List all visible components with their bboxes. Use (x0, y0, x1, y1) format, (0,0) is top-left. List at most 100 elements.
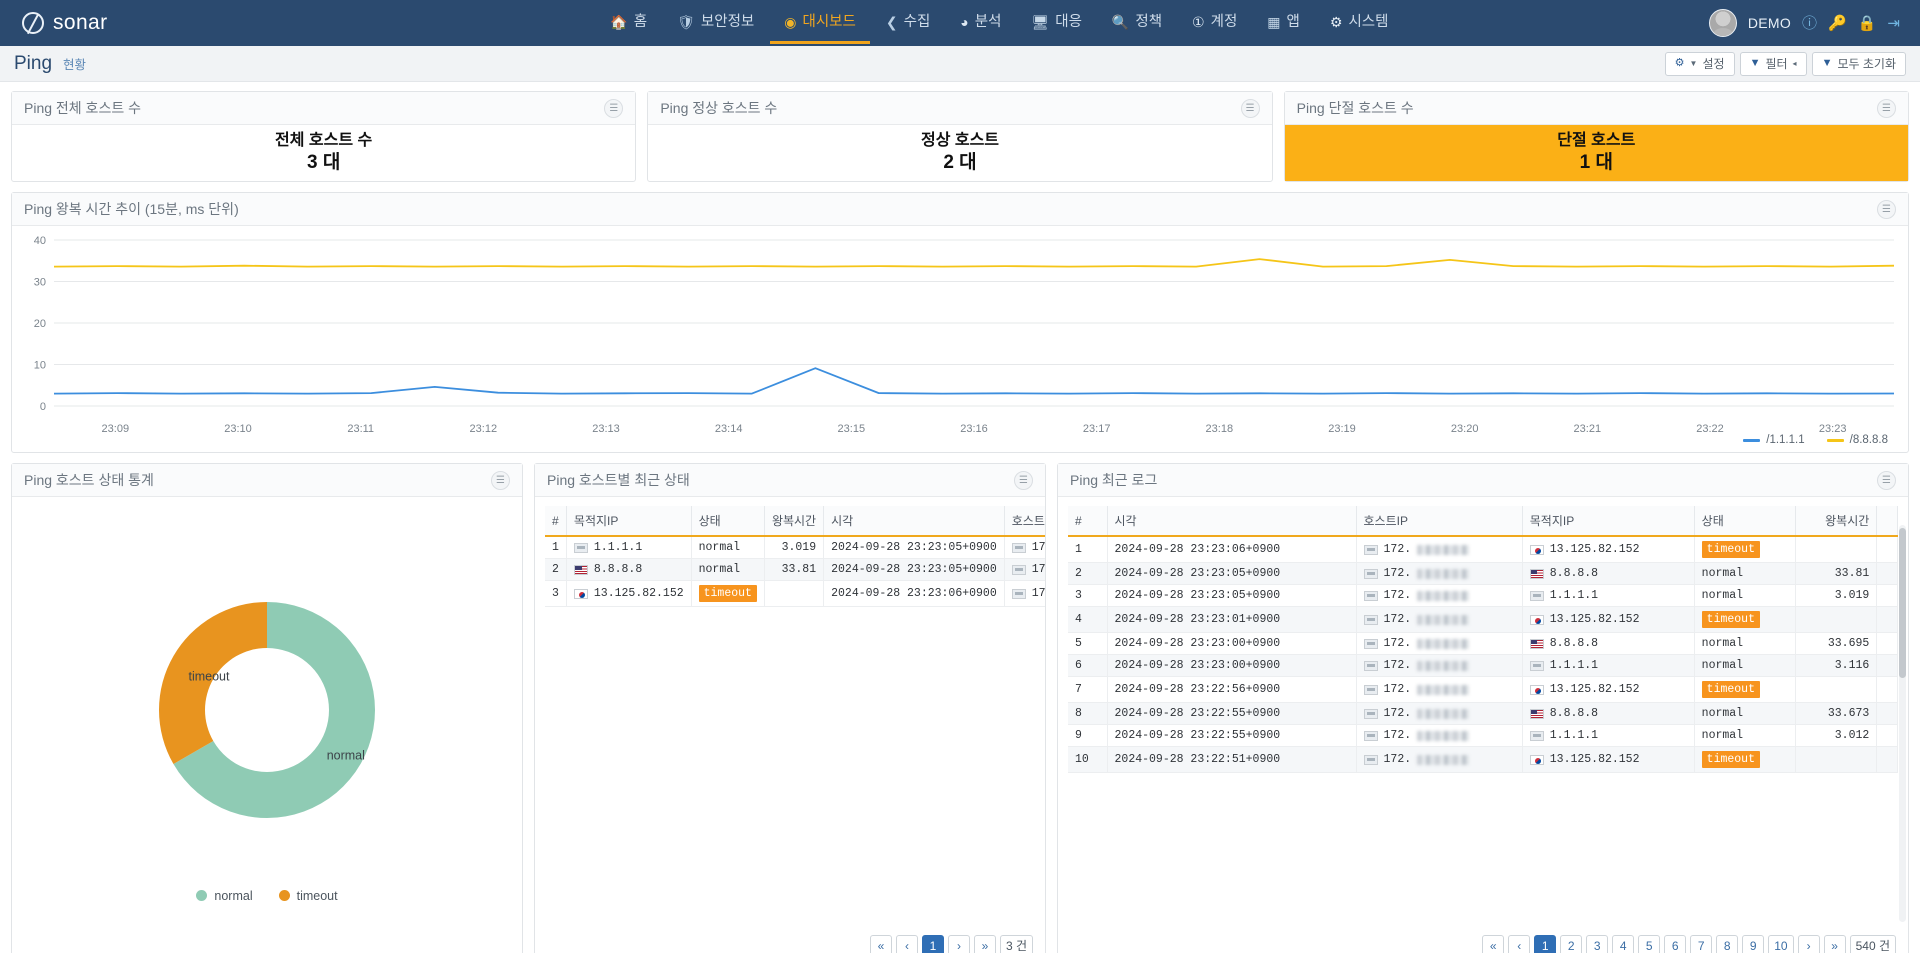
panel-menu-icon[interactable]: ☰ (604, 98, 624, 118)
key-icon[interactable]: 🔑 (1828, 16, 1847, 31)
pagination-page-2[interactable]: 2 (1560, 935, 1583, 953)
table-row[interactable]: 3 2024-09-28 23:23:05+0900 172. 1.1.1.1 norm… (1068, 584, 1898, 607)
nav-item-4[interactable]: ❮ 수집 (872, 2, 944, 45)
table-row[interactable]: 7 2024-09-28 23:22:56+0900 172. 13.125.82.1… (1068, 676, 1898, 703)
pagination-first[interactable]: « (1482, 935, 1505, 953)
table-row[interactable]: 9 2024-09-28 23:22:55+0900 172. 1.1.1.1 norm… (1068, 724, 1898, 747)
pagination-page-9[interactable]: 9 (1742, 935, 1765, 953)
nav-item-9[interactable]: ▦ 앱 (1253, 2, 1314, 45)
host-ip-text: 172. (1383, 637, 1412, 650)
column-header[interactable]: 시각 (823, 506, 1005, 537)
pagination-page-5[interactable]: 5 (1638, 935, 1661, 953)
rtt-cell: 33.81 (764, 558, 825, 581)
pagination-last[interactable]: » (973, 935, 996, 953)
host-ip-cell: 172. (1363, 683, 1515, 696)
host-ip-cell: 172. (1363, 589, 1515, 602)
donut-chart[interactable]: normal timeout normal timeout (12, 497, 522, 953)
nav-item-2[interactable]: 🛡 보안정보 (663, 2, 768, 45)
column-header[interactable]: 상태 (691, 506, 765, 537)
column-header[interactable]: 왕복시간 (764, 506, 825, 537)
panel-menu-icon[interactable]: ☰ (1240, 98, 1260, 118)
table-row[interactable]: 4 2024-09-28 23:23:01+0900 172. 13.125.82.1… (1068, 606, 1898, 633)
panel-menu-icon[interactable]: ☰ (491, 470, 510, 490)
pagination-page-10[interactable]: 10 (1768, 935, 1794, 953)
settings-button[interactable]: ⚙ ▼ 설정 (1664, 51, 1735, 76)
pagination-first[interactable]: « (869, 935, 892, 953)
scrollbar-thumb[interactable] (1899, 528, 1906, 678)
pagination-prev[interactable]: ‹ (895, 935, 918, 953)
nav-item-8[interactable]: ① 계정 (1178, 2, 1251, 45)
table-header-row: #목적지IP상태왕복시간시각호스트IP (545, 506, 1045, 537)
host-ip: 172. (1356, 676, 1523, 703)
table-row[interactable]: 2 2024-09-28 23:23:05+0900 172. 8.8.8.8 norm… (1068, 562, 1898, 585)
table-row[interactable]: 1 1.1.1.1 normal 3.019 2024-09-28 23:23:05+0… (545, 536, 1045, 559)
column-header[interactable]: 시각 (1107, 506, 1357, 537)
brand-logo[interactable]: sonar (0, 11, 330, 35)
pagination-page-6[interactable]: 6 (1664, 935, 1687, 953)
table-row[interactable]: 2 8.8.8.8 normal 33.81 2024-09-28 23:23:05+0… (545, 558, 1045, 581)
bottom-row: Ping 호스트 상태 통계 ☰ normal timeout normal tim… (11, 463, 1909, 953)
rtt-line-chart[interactable]: 0 10 20 30 40 23:09 23:10 23:11 23:12 23:13 23:14 2… (12, 226, 1908, 452)
pagination-prev[interactable]: ‹ (1508, 935, 1531, 953)
panel-menu-icon[interactable]: ☰ (1877, 470, 1896, 490)
nav-item-1[interactable]: 🏠 홈 (596, 2, 661, 45)
panel-menu-icon[interactable]: ☰ (1876, 98, 1896, 118)
pagination-page-8[interactable]: 8 (1716, 935, 1739, 953)
table-row[interactable]: 5 2024-09-28 23:23:00+0900 172. 8.8.8.8 norm… (1068, 632, 1898, 655)
table-row[interactable]: 1 2024-09-28 23:23:06+0900 172. 13.125.82.1… (1068, 536, 1898, 563)
pagination-next[interactable]: › (947, 935, 970, 953)
table-row[interactable]: 6 2024-09-28 23:23:00+0900 172. 1.1.1.1 norm… (1068, 654, 1898, 677)
column-header[interactable]: 왕복시간 (1795, 506, 1878, 537)
dest-ip: 13.125.82.152 (1522, 606, 1695, 633)
donut-legend-item-1[interactable]: normal (196, 889, 253, 903)
status-cell: normal (1694, 654, 1796, 677)
reset-all-button[interactable]: ▼ 모두 초기화 (1811, 51, 1906, 76)
pagination-count: 3 건 (999, 935, 1033, 953)
pagination-last[interactable]: » (1823, 935, 1846, 953)
host-ip: 172. (1356, 632, 1523, 655)
panel-menu-icon[interactable]: ☰ (1877, 199, 1896, 219)
column-header[interactable] (1876, 506, 1898, 537)
pagination-page-1[interactable]: 1 (1534, 935, 1557, 953)
lock-icon[interactable]: 🔒 (1858, 16, 1877, 31)
legend-item-1[interactable]: /1.1.1.1 (1743, 434, 1805, 446)
status-cell: timeout (691, 580, 765, 607)
table-row[interactable]: 3 13.125.82.152 timeout 2024-09-28 23:23:06… (545, 580, 1045, 607)
kr-flag-icon (1529, 754, 1544, 765)
column-header[interactable]: 호스트IP (1356, 506, 1523, 537)
nav-item-6[interactable]: 🖥 대응 (1017, 2, 1095, 45)
column-header[interactable]: 목적지IP (1522, 506, 1695, 537)
info-icon[interactable]: ⓘ (1802, 16, 1817, 31)
log-table: # 시각 호스트IP 목적지IP 상태 왕복시간 1 2024-09-28 23:23:06+… (1068, 506, 1898, 773)
panel-menu-icon[interactable]: ☰ (1014, 470, 1033, 490)
nav-item-7[interactable]: 🔍 정책 (1098, 2, 1176, 45)
column-header[interactable]: # (545, 506, 567, 537)
nav-item-3[interactable]: ◉ 대시보드 (770, 2, 870, 45)
time-cell: 2024-09-28 23:23:05+0900 (1107, 584, 1357, 607)
legend-dot (278, 890, 290, 901)
table-row[interactable]: 10 2024-09-28 23:22:51+0900 172. 13.125.82.… (1068, 746, 1898, 773)
pagination-page-4[interactable]: 4 (1612, 935, 1635, 953)
legend-item-2[interactable]: /8.8.8.8 (1826, 434, 1888, 446)
avatar[interactable] (1708, 9, 1737, 37)
status-text: normal (1701, 589, 1744, 602)
column-header[interactable]: # (1068, 506, 1108, 537)
donut-legend-item-2[interactable]: timeout (278, 889, 338, 903)
dest-ip-cell: 8.8.8.8 (1529, 637, 1687, 650)
filter-button[interactable]: ▼ 필터 ◂ (1739, 51, 1807, 76)
pagination-page-3[interactable]: 3 (1586, 935, 1609, 953)
nav-item-10[interactable]: ⚙ 시스템 (1316, 2, 1403, 45)
dest-ip-cell: 1.1.1.1 (1529, 729, 1687, 742)
pagination-page-1[interactable]: 1 (921, 935, 944, 953)
kr-flag-icon (573, 588, 588, 599)
table-row[interactable]: 8 2024-09-28 23:22:55+0900 172. 8.8.8.8 norm… (1068, 702, 1898, 725)
redacted-ip (1417, 708, 1470, 719)
column-header[interactable]: 상태 (1694, 506, 1796, 537)
column-header[interactable]: 호스트IP (1004, 506, 1045, 537)
nav-item-5[interactable]: ◕ 분석 (946, 2, 1015, 45)
pagination-page-7[interactable]: 7 (1690, 935, 1713, 953)
column-header[interactable]: 목적지IP (566, 506, 692, 537)
logout-icon[interactable]: ⇥ (1887, 16, 1900, 31)
nav-item-label: 대시보드 (802, 13, 856, 30)
pagination-next[interactable]: › (1797, 935, 1820, 953)
